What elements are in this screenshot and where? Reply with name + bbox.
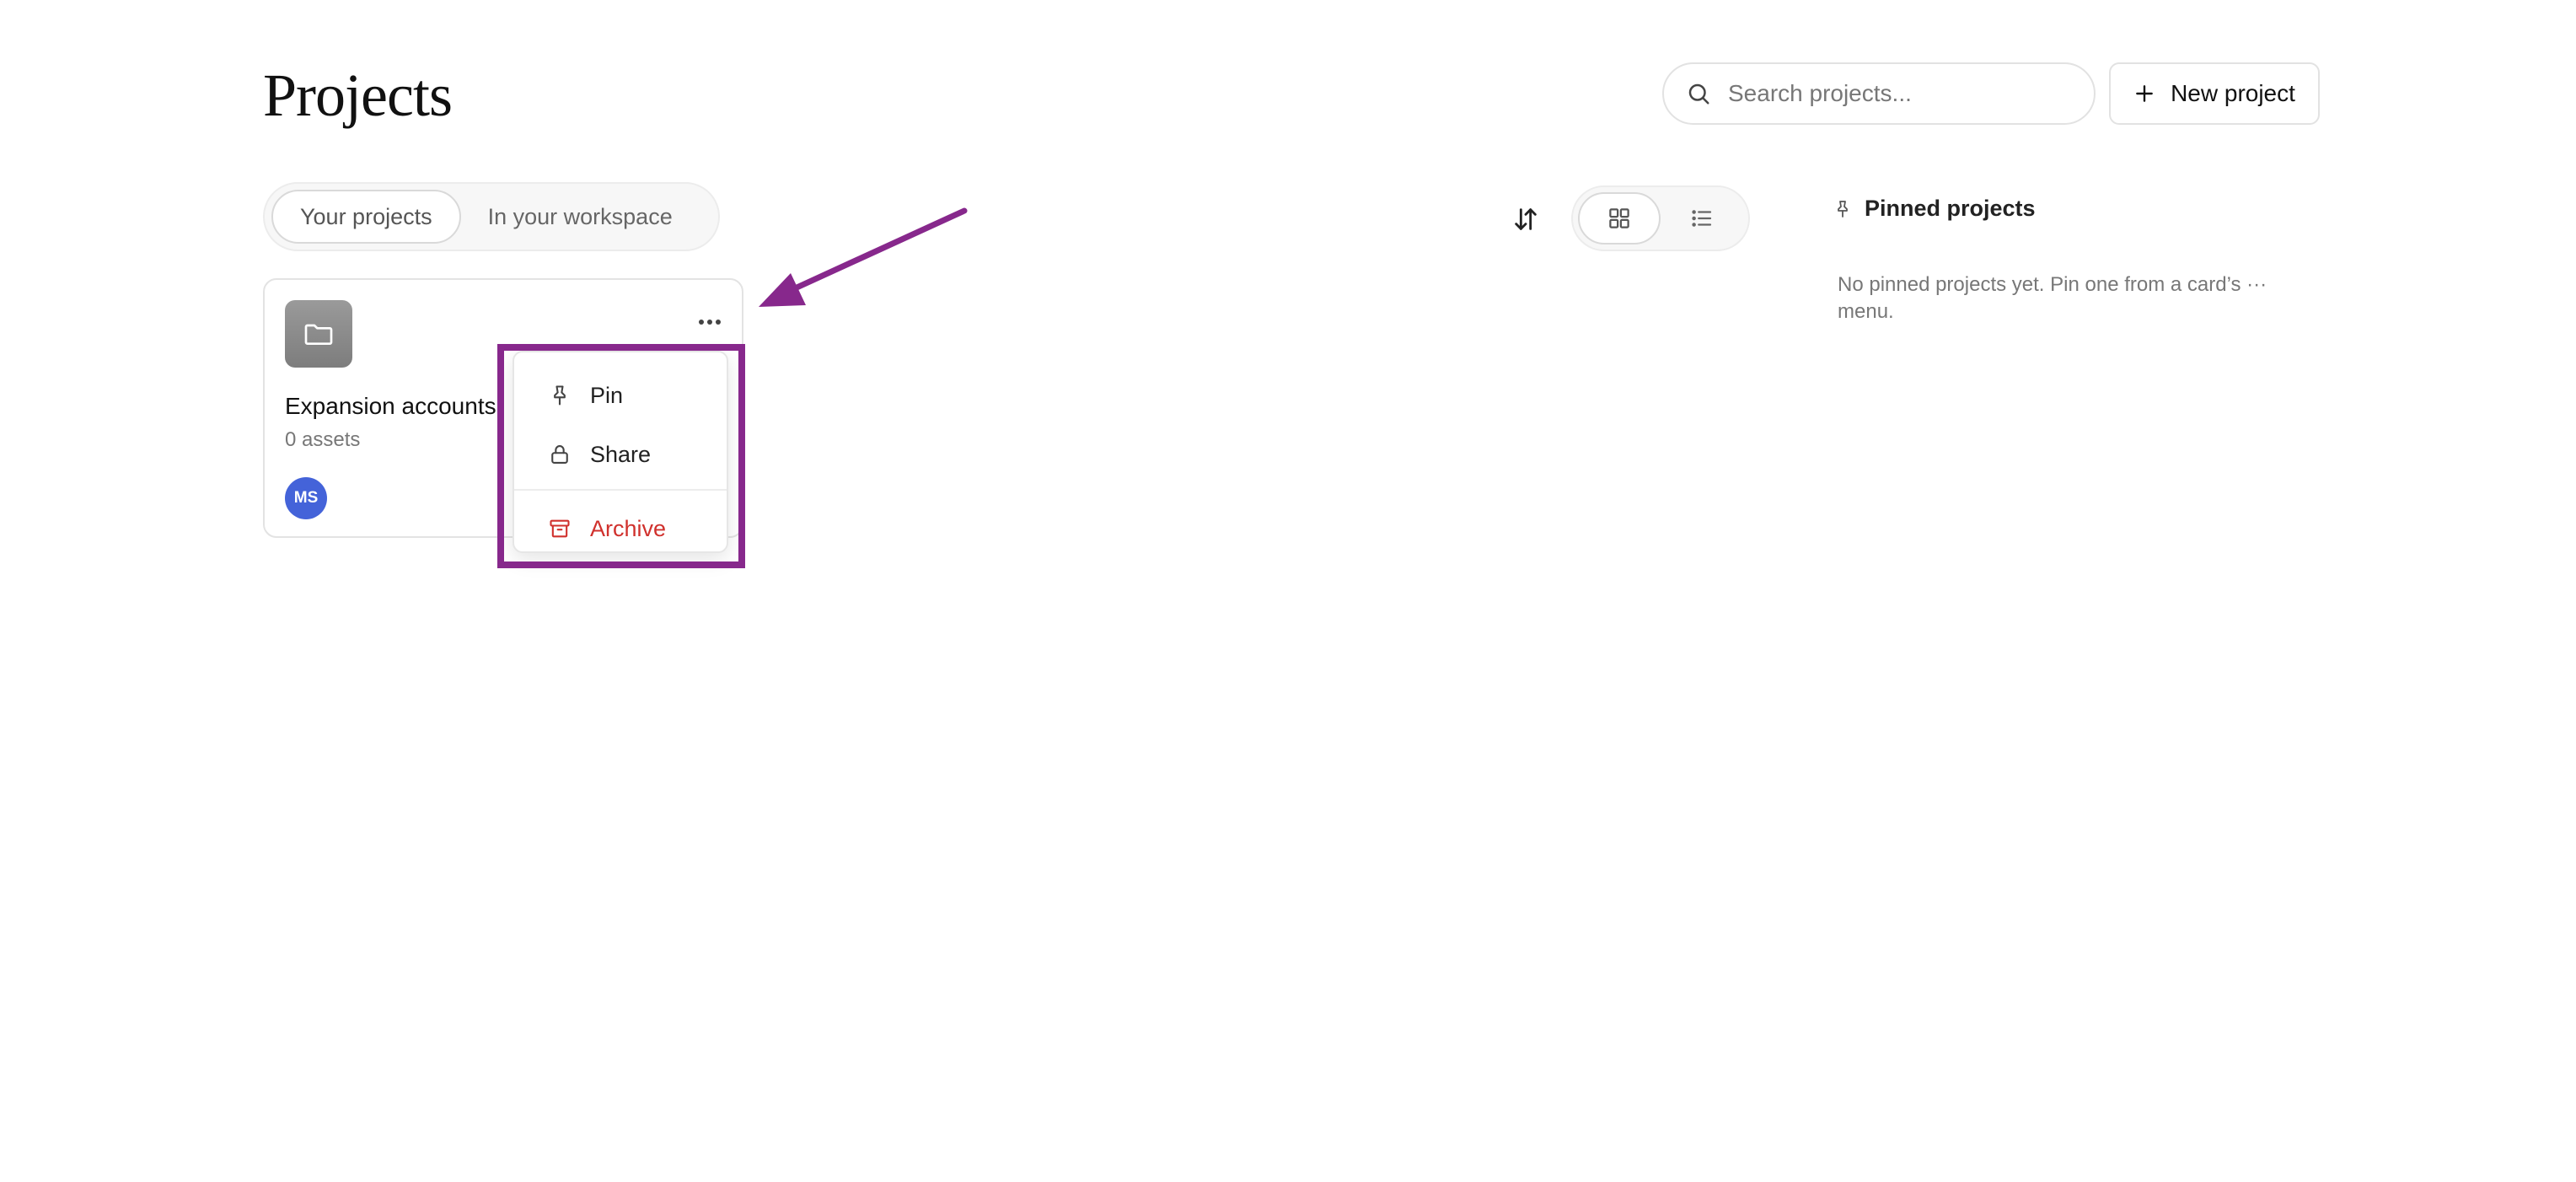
search-input[interactable] <box>1726 79 2067 108</box>
sort-arrows-icon <box>1515 208 1537 230</box>
pin-icon <box>554 385 566 406</box>
menu-item-share-label: Share <box>590 441 652 467</box>
tab-your-projects[interactable]: Your projects <box>271 190 461 244</box>
menu-item-pin[interactable]: Pin <box>514 366 727 425</box>
tab-in-your-workspace[interactable]: In your workspace <box>461 190 700 244</box>
pin-icon <box>1838 200 1848 218</box>
page-title: Projects <box>263 62 453 129</box>
archive-icon <box>550 519 570 538</box>
menu-item-share[interactable]: Share <box>514 425 727 484</box>
new-project-button[interactable]: New project <box>2109 62 2320 125</box>
search-box[interactable] <box>1662 62 2096 125</box>
project-name: Expansion accounts <box>285 393 496 419</box>
view-mode-toggle <box>1571 185 1750 251</box>
menu-item-archive-label: Archive <box>590 515 667 541</box>
menu-item-archive[interactable]: Archive <box>514 499 727 558</box>
menu-divider <box>514 489 727 491</box>
project-asset-count: 0 assets <box>285 428 361 451</box>
avatar: MS <box>285 477 327 519</box>
list-icon <box>1692 210 1712 227</box>
grid-icon <box>1609 208 1629 228</box>
plus-icon <box>2136 85 2153 102</box>
annotation-arrow <box>759 207 968 307</box>
project-thumbnail <box>285 300 352 368</box>
lock-icon <box>551 445 568 464</box>
pinned-empty-text: No pinned projects yet. Pin one from a c… <box>1838 273 2267 323</box>
more-dots-icon <box>699 320 721 325</box>
project-scope-tabs: Your projects In your workspace <box>263 182 720 251</box>
new-project-label: New project <box>2171 80 2295 106</box>
pinned-projects-header: Pinned projects <box>1833 196 2036 222</box>
projects-page: Projects New project Your projects In yo… <box>0 0 2576 1182</box>
grid-view-button[interactable] <box>1578 192 1661 244</box>
list-view-button[interactable] <box>1661 192 1743 244</box>
pinned-projects-title: Pinned projects <box>1865 196 2036 221</box>
menu-item-pin-label: Pin <box>590 382 624 408</box>
search-icon <box>1688 83 1709 105</box>
sort-button[interactable] <box>1507 201 1544 238</box>
folder-icon <box>304 324 333 345</box>
card-more-button[interactable] <box>691 307 728 337</box>
card-dropdown-menu: Pin Share Archive <box>513 351 728 553</box>
